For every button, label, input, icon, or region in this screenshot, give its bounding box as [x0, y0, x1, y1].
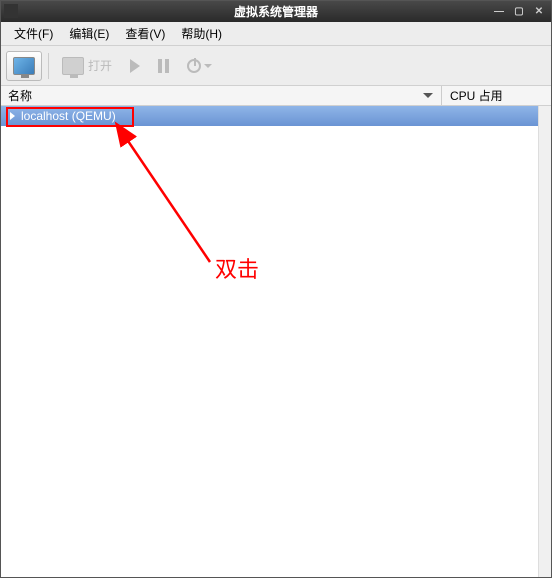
connection-label: localhost (QEMU)	[21, 109, 116, 123]
maximize-button[interactable]: ▢	[510, 4, 528, 18]
toolbar-separator	[48, 53, 49, 79]
menu-view[interactable]: 查看(V)	[117, 22, 173, 45]
power-button[interactable]	[180, 51, 219, 81]
window-title: 虚拟系统管理器	[234, 3, 318, 20]
power-icon	[187, 59, 201, 73]
play-button[interactable]	[123, 51, 147, 81]
menu-file[interactable]: 文件(F)	[6, 22, 61, 45]
toolbar: 打开	[0, 46, 552, 86]
minimize-button[interactable]: —	[490, 4, 508, 18]
monitor-icon	[13, 57, 35, 75]
window-controls: — ▢ ✕	[490, 4, 548, 18]
connection-row[interactable]: localhost (QEMU)	[0, 106, 552, 126]
expand-icon	[10, 112, 15, 120]
chevron-down-icon	[204, 64, 212, 68]
column-name[interactable]: 名称	[0, 86, 442, 105]
titlebar: 虚拟系统管理器 — ▢ ✕	[0, 0, 552, 22]
open-label: 打开	[88, 57, 112, 74]
column-name-label: 名称	[8, 87, 32, 104]
column-cpu[interactable]: CPU 占用	[442, 86, 552, 105]
menubar: 文件(F) 编辑(E) 查看(V) 帮助(H)	[0, 22, 552, 46]
open-button[interactable]: 打开	[55, 51, 119, 81]
app-icon	[4, 4, 18, 18]
vertical-scrollbar[interactable]	[538, 106, 552, 578]
play-icon	[130, 59, 140, 73]
pause-button[interactable]	[151, 51, 176, 81]
vm-list: localhost (QEMU)	[0, 106, 552, 584]
menu-edit[interactable]: 编辑(E)	[61, 22, 117, 45]
sort-indicator-icon	[423, 93, 433, 98]
monitor-icon	[62, 57, 84, 75]
close-button[interactable]: ✕	[530, 4, 548, 18]
pause-icon	[158, 59, 169, 73]
column-cpu-label: CPU 占用	[450, 87, 503, 104]
new-vm-button[interactable]	[6, 51, 42, 81]
column-headers: 名称 CPU 占用	[0, 86, 552, 106]
menu-help[interactable]: 帮助(H)	[173, 22, 230, 45]
